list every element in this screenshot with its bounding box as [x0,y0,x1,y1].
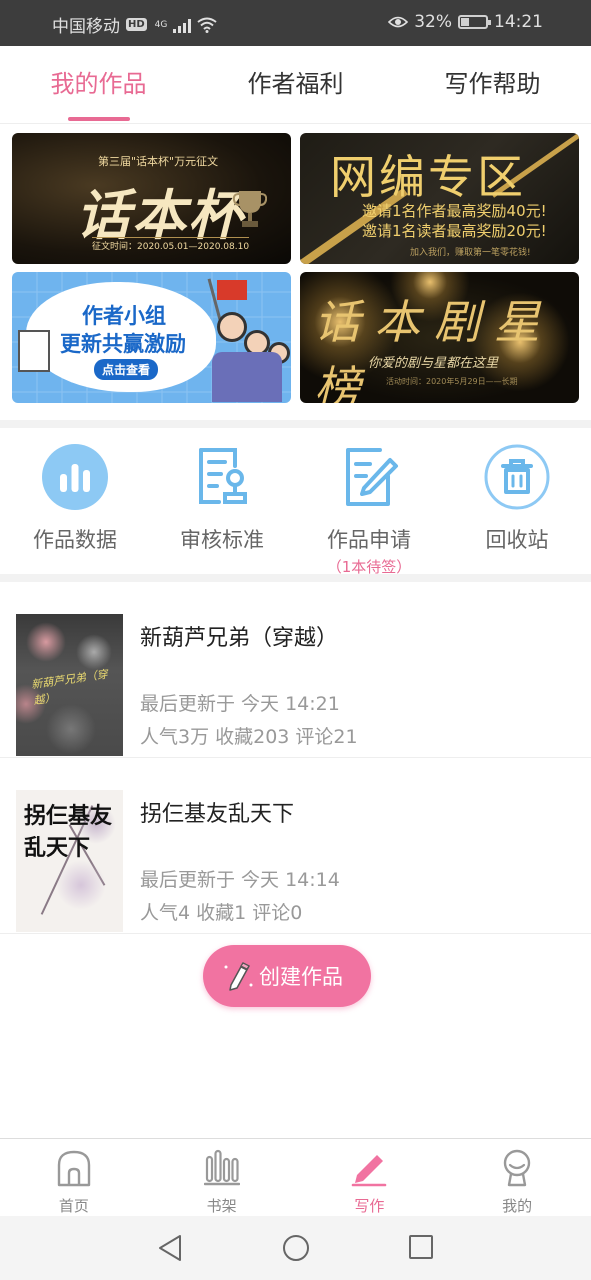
nav-home-label: 首页 [58,1197,89,1215]
book-updated-time: 最后更新于 今天 14:21 [140,693,340,715]
shortcut-work-apply[interactable]: 作品申请 （1本待签） [294,444,444,577]
create-work-label: 创建作品 [259,965,343,989]
review-standard-icon [199,448,247,504]
tab-writing-help[interactable]: 写作帮助 [394,46,591,123]
bookshelf-icon [203,1149,240,1186]
top-tabs: 我的作品 作者福利 写作帮助 [0,46,591,124]
signal-icon [173,17,192,33]
banner-star-ranking[interactable]: 话本剧星榜 你爱的剧与星都在这里 活动时间：2020年5月29日——长期 [300,272,579,403]
clipboard-icon [18,330,50,372]
battery-icon [458,15,491,29]
status-bar: 中国移动 HD 4G 32% 14:21 [0,0,591,46]
banner-huaben-cup-subtitle: 第三届"话本杯"万元征文 [98,155,219,168]
shortcut-recycle-bin-label: 回收站 [485,528,549,552]
book-list-item[interactable]: 新葫芦兄弟（穿越） 新葫芦兄弟（穿越） 最后更新于 今天 14:21 人气3万 … [0,582,591,758]
battery-percent: 32% [414,12,452,32]
tab-my-works-label: 我的作品 [50,70,147,98]
back-icon[interactable] [157,1234,183,1262]
book-stats: 人气4 收藏1 评论0 [140,902,303,924]
apply-edit-icon [346,448,398,506]
banner-author-group-subtitle: 更新共赢激励 [60,332,186,356]
tab-my-works[interactable]: 我的作品 [0,46,197,123]
carrier-name: 中国移动 [52,17,120,37]
book-cover-text: 拐仨基友乱天下 [24,803,113,861]
trophy-icon [233,191,267,227]
status-left: 中国移动 HD 4G [52,12,217,37]
banner-editor-zone-title: 网编专区 [330,150,526,204]
active-tab-indicator [67,117,130,121]
shortcut-row: 作品数据 审核标准 作品申请 （1本待签） 回收站 [0,428,591,577]
book-list-item[interactable]: 拐仨基友乱天下 拐仨基友乱天下 最后更新于 今天 14:14 人气4 收藏1 评… [0,758,591,934]
write-pen-icon [352,1155,387,1187]
clock-time: 14:21 [494,12,543,32]
banner-editor-zone-note: 加入我们，赚取第一笔零花钱! [410,248,531,258]
chart-icon [42,444,108,510]
tab-author-benefits[interactable]: 作者福利 [197,46,394,123]
hd-badge: HD [126,18,147,31]
banner-huaben-cup-date: 征文时间：2020.05.01—2020.08.10 [92,237,250,252]
pencil-icon [224,962,253,991]
app-screen: 中国移动 HD 4G 32% 14:21 我的作品 作者福利 写作帮助 第三届"… [0,0,591,1280]
book-updated-time: 最后更新于 今天 14:14 [140,869,340,891]
banner-huaben-cup[interactable]: 第三届"话本杯"万元征文 话本杯 征文时间：2020.05.01—2020.08… [12,133,291,264]
network-type: 4G [154,19,168,30]
shortcut-review-standard[interactable]: 审核标准 [147,444,297,554]
banner-author-group-button[interactable]: 点击查看 [94,359,159,380]
book-title: 拐仨基友乱天下 [140,802,295,827]
book-title: 新葫芦兄弟（穿越） [140,626,339,651]
shortcut-recycle-bin[interactable]: 回收站 [442,444,591,554]
eye-comfort-icon [388,16,409,28]
wifi-icon [197,17,217,33]
banner-editor-zone-line2: 邀请1名读者最高奖励20元! [362,222,547,240]
status-right: 32% 14:21 [388,12,543,32]
bottom-nav: 首页 书架 写作 我的 [0,1138,591,1216]
book-stats: 人气3万 收藏203 评论21 [140,726,358,748]
shortcut-work-data[interactable]: 作品数据 [0,444,150,554]
recent-apps-icon[interactable] [408,1234,434,1260]
nav-write-label: 写作 [354,1197,385,1215]
banner-author-group[interactable]: 作者小组 更新共赢激励 点击查看 [12,272,291,403]
shortcut-work-apply-label: 作品申请 [327,528,411,552]
nav-home[interactable]: 首页 [0,1139,148,1216]
nav-profile[interactable]: 我的 [443,1139,591,1216]
section-divider [0,574,591,582]
home-circle-icon[interactable] [282,1234,310,1262]
nav-write[interactable]: 写作 [296,1139,444,1216]
home-icon [57,1150,91,1187]
system-nav-bar [0,1216,591,1280]
banner-author-group-title: 作者小组 [82,304,166,328]
banner-star-ranking-subtitle: 你爱的剧与星都在这里 [368,356,499,371]
book-cover: 拐仨基友乱天下 [16,790,123,932]
kids-bodies [212,352,282,402]
nav-bookshelf-label: 书架 [206,1197,237,1215]
tab-author-benefits-label: 作者福利 [247,70,344,98]
book-cover-text: 新葫芦兄弟（穿越） [30,667,109,708]
red-flag-icon [217,280,247,300]
nav-profile-label: 我的 [502,1197,533,1215]
tab-writing-help-label: 写作帮助 [444,70,541,98]
profile-icon [503,1149,531,1187]
shortcut-review-standard-label: 审核标准 [180,528,264,552]
shortcut-work-data-label: 作品数据 [33,528,117,552]
kid-figure [217,312,247,342]
create-work-button[interactable]: 创建作品 [203,945,371,1007]
nav-bookshelf[interactable]: 书架 [148,1139,296,1216]
banner-editor-zone-line1: 邀请1名作者最高奖励40元! [362,202,547,220]
section-divider [0,420,591,428]
banner-editor-zone[interactable]: 网编专区 邀请1名作者最高奖励40元! 邀请1名读者最高奖励20元! 加入我们，… [300,133,579,264]
book-cover: 新葫芦兄弟（穿越） [16,614,123,756]
banner-star-ranking-date: 活动时间：2020年5月29日——长期 [386,377,518,386]
trash-icon [484,444,550,510]
